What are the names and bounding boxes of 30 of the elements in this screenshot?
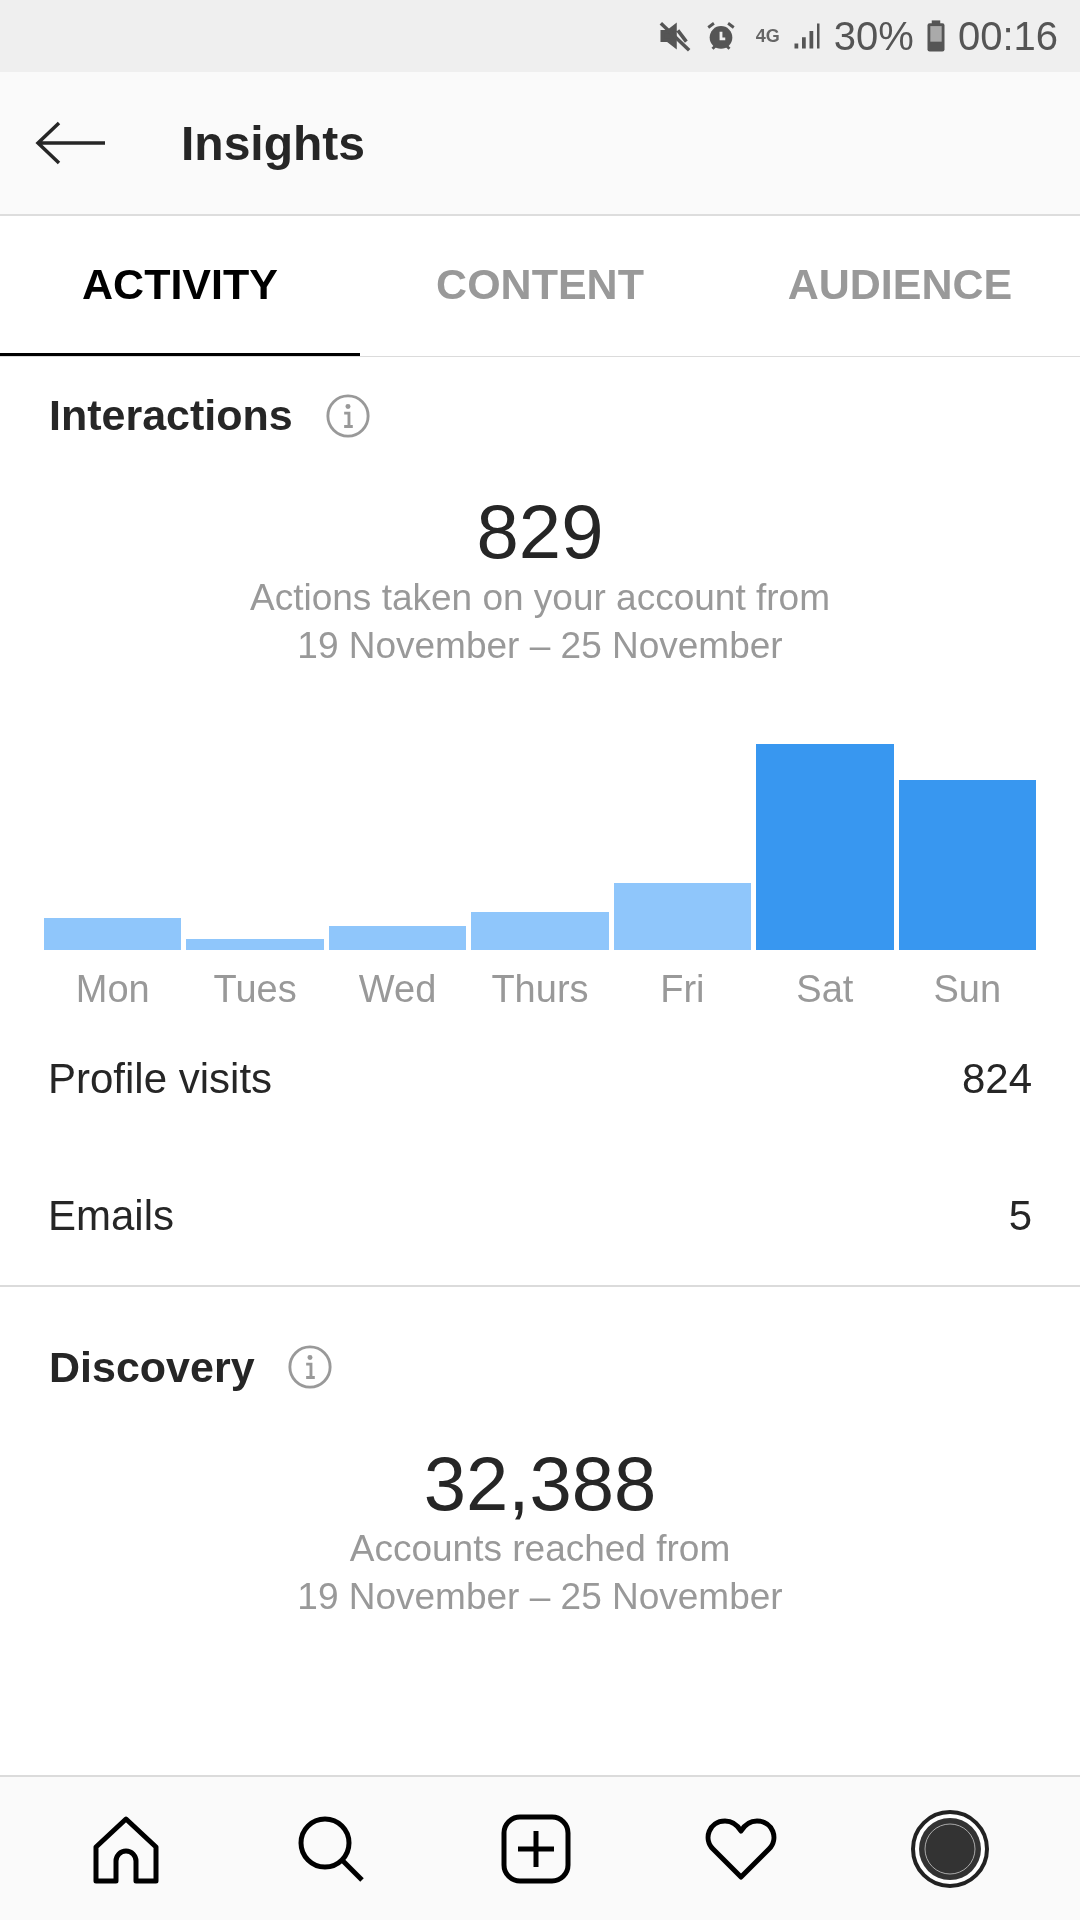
date-range: 19 November – 25 November: [296, 1575, 784, 1620]
section-title: Discovery: [49, 1342, 255, 1392]
total-count: 32,388: [422, 1441, 658, 1526]
day-label: Sat: [796, 967, 854, 1011]
stat-value: 824: [961, 1055, 1032, 1104]
info-icon[interactable]: [324, 392, 371, 439]
total-count: 829: [475, 490, 605, 574]
section-title: Interactions: [49, 391, 293, 440]
info-icon[interactable]: [286, 1344, 333, 1391]
stat-label: Emails: [48, 1192, 175, 1241]
back-arrow-icon[interactable]: [35, 121, 107, 165]
screen-title: Insights: [181, 115, 365, 171]
stat-label: Profile visits: [48, 1055, 273, 1104]
stat-value: 5: [1008, 1192, 1032, 1241]
caption: Actions taken on your account from: [249, 575, 831, 620]
battery-percent: 30%: [833, 13, 914, 59]
profile-avatar[interactable]: [909, 1808, 990, 1889]
day-label: Tues: [213, 967, 297, 1011]
network-label: 4G: [755, 25, 780, 47]
clock: 00:16: [957, 13, 1058, 59]
day-label: Sun: [933, 967, 1002, 1011]
add-post-icon[interactable]: [500, 1812, 572, 1885]
battery-icon: [925, 19, 946, 53]
day-label: Wed: [358, 967, 437, 1011]
day-label: Thurs: [491, 967, 589, 1011]
mute-icon: [657, 19, 692, 53]
day-label: Fri: [660, 967, 705, 1011]
caption: Accounts reached from: [348, 1527, 732, 1572]
date-range: 19 November – 25 November: [296, 623, 784, 668]
day-label: Mon: [75, 967, 150, 1011]
